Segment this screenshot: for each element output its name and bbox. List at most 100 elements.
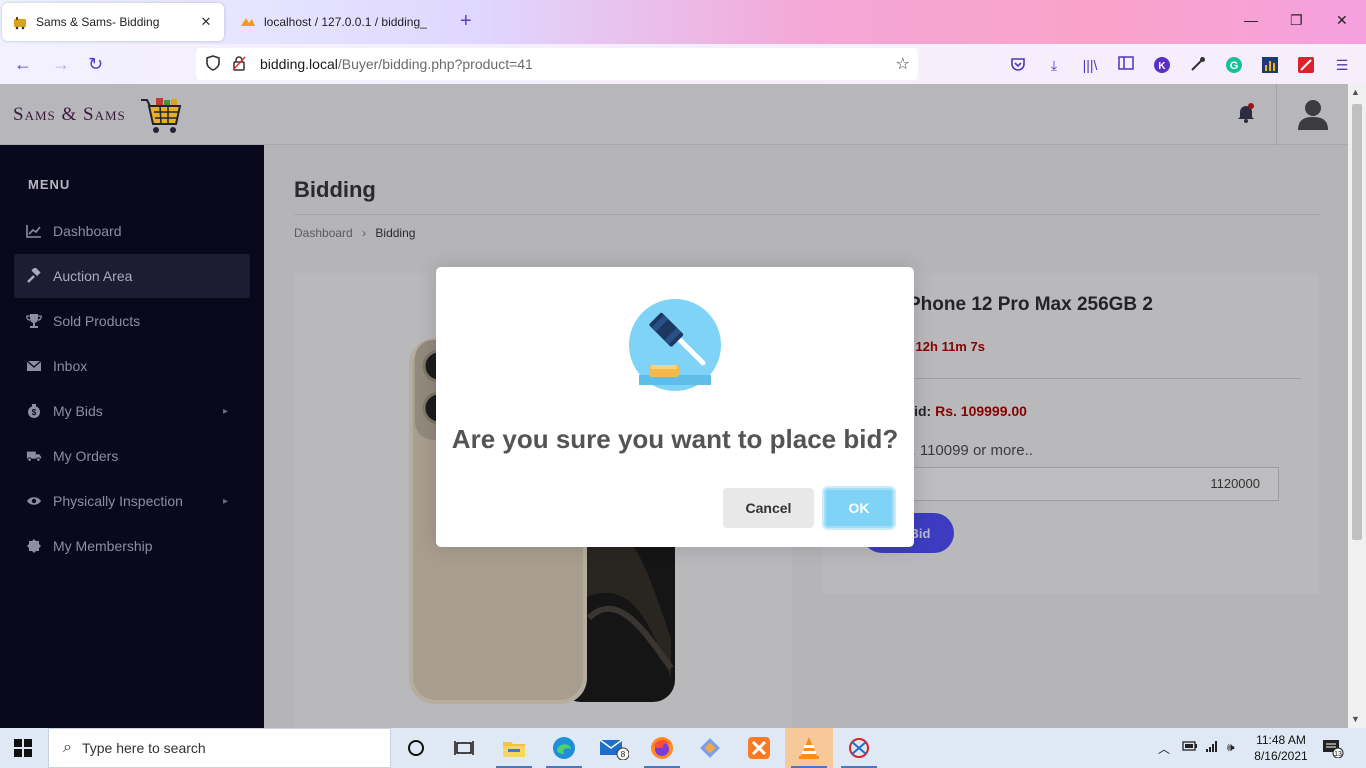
sidebar-item-label: My Membership — [53, 538, 153, 554]
scroll-down-icon[interactable]: ▼ — [1351, 714, 1360, 724]
app-header: Sams & Sams — [0, 84, 1348, 145]
user-avatar-icon[interactable] — [1296, 98, 1330, 132]
sidebar-item-my-membership[interactable]: My Membership — [14, 524, 250, 568]
sidebar-item-auction-area[interactable]: Auction Area — [14, 254, 250, 298]
minimum-bid-note: s. 110099 or more.. — [904, 442, 1033, 459]
cortana-icon[interactable] — [392, 728, 440, 768]
tab-title: localhost / 127.0.0.1 / bidding_ — [264, 15, 427, 29]
sidebar-item-label: Dashboard — [53, 223, 122, 239]
notification-count: 13 — [1334, 751, 1342, 758]
k-extension-icon[interactable]: K — [1153, 56, 1171, 74]
page-title: Bidding — [294, 177, 376, 202]
windows-start-icon[interactable] — [14, 739, 32, 757]
git-app-icon[interactable] — [686, 728, 734, 768]
page-scrollbar[interactable]: ▲ ▼ — [1348, 84, 1366, 728]
lock-icon[interactable] — [230, 55, 248, 74]
analytics-extension-icon[interactable] — [1261, 56, 1279, 74]
breadcrumb: Dashboard › Bidding — [294, 226, 415, 240]
ok-button[interactable]: OK — [824, 488, 894, 528]
sidebar-item-dashboard[interactable]: Dashboard — [14, 209, 250, 253]
xampp-icon[interactable] — [735, 728, 783, 768]
vlc-icon[interactable] — [785, 728, 833, 768]
notification-center-icon[interactable]: 13 — [1322, 738, 1344, 758]
tab-title: Sams & Sams- Bidding — [36, 15, 160, 29]
battery-icon[interactable] — [1182, 740, 1198, 755]
sidebar-toggle-icon[interactable] — [1117, 56, 1135, 74]
sidebar: MENU Dashboard Auction Area Sold Product… — [0, 145, 264, 728]
badge-icon — [26, 538, 42, 554]
auction-gavel-icon — [629, 299, 721, 391]
edge-icon[interactable] — [540, 728, 588, 768]
search-icon: ⌕ — [63, 739, 72, 756]
wifi-signal-icon[interactable] — [1205, 740, 1219, 755]
forward-icon[interactable]: → — [52, 54, 70, 75]
url-host: bidding.local — [260, 56, 338, 72]
grammarly-icon[interactable]: G — [1225, 56, 1243, 74]
envelope-icon — [26, 358, 42, 374]
cart-favicon-icon — [12, 14, 28, 30]
system-clock[interactable]: 11:48 AM 8/16/2021 — [1249, 732, 1313, 764]
sidebar-item-label: Auction Area — [53, 268, 133, 284]
menu-label: MENU — [28, 177, 71, 192]
reload-icon[interactable]: ↻ — [88, 54, 103, 75]
card-divider — [864, 378, 1301, 379]
shopping-cart-logo-icon — [141, 98, 182, 133]
back-icon[interactable]: ← — [14, 54, 32, 75]
menu-icon[interactable]: ☰ — [1333, 56, 1351, 74]
chart-icon — [26, 223, 42, 239]
title-divider — [294, 214, 1320, 215]
tab-bidding[interactable]: Sams & Sams- Bidding ✕ — [2, 3, 224, 41]
breadcrumb-home-link[interactable]: Dashboard — [294, 226, 353, 240]
cancel-button[interactable]: Cancel — [723, 488, 814, 528]
download-icon[interactable]: ⤓ — [1045, 56, 1063, 74]
sidebar-item-sold-products[interactable]: Sold Products — [14, 299, 250, 343]
current-bid-amount: Rs. 109999.00 — [935, 403, 1027, 419]
confirm-bid-dialog: Are you sure you want to place bid? Canc… — [436, 267, 914, 547]
browser-nav-bar: ← → ↻ bidding.local/Buyer/bidding.php?pr… — [0, 44, 1366, 84]
show-hidden-icons-icon[interactable]: ︿ — [1158, 740, 1170, 757]
scroll-up-icon[interactable]: ▲ — [1351, 87, 1360, 97]
minimize-icon[interactable]: — — [1244, 12, 1258, 28]
volume-icon[interactable]: 🕪 — [1227, 740, 1235, 755]
notification-bell-icon[interactable] — [1236, 102, 1256, 124]
scrollbar-thumb[interactable] — [1352, 104, 1362, 540]
sidebar-item-physically-inspection[interactable]: Physically Inspection ▸ — [14, 479, 250, 523]
sidebar-item-my-bids[interactable]: $ My Bids ▸ — [14, 389, 250, 433]
mail-icon[interactable]: 8 — [590, 728, 638, 768]
bid-amount-input[interactable]: 1120000 — [904, 467, 1279, 501]
sidebar-item-my-orders[interactable]: My Orders — [14, 434, 250, 478]
address-bar[interactable]: bidding.local/Buyer/bidding.php?product=… — [196, 48, 918, 80]
phpmyadmin-favicon-icon — [240, 14, 256, 30]
trophy-icon — [26, 313, 42, 329]
tab-phpmyadmin[interactable]: localhost / 127.0.0.1 / bidding_ — [230, 2, 450, 42]
snipping-tool-icon[interactable] — [835, 728, 883, 768]
svg-text:$: $ — [32, 408, 37, 417]
new-tab-icon[interactable]: + — [460, 10, 472, 33]
windows-taskbar: ⌕ Type here to search 8 ︿ 🕪 11:48 AM 8/1… — [0, 728, 1366, 768]
mail-badge: 8 — [621, 750, 626, 759]
header-divider — [1276, 84, 1277, 145]
shield-icon[interactable] — [204, 54, 222, 74]
pdf-extension-icon[interactable] — [1297, 56, 1315, 74]
sidebar-item-label: Inbox — [53, 358, 88, 374]
search-placeholder: Type here to search — [81, 740, 206, 756]
breadcrumb-separator-icon: › — [362, 226, 367, 240]
taskbar-search-input[interactable]: ⌕ Type here to search — [48, 728, 391, 768]
bookmark-star-icon[interactable]: ☆ — [896, 54, 910, 74]
firefox-icon[interactable] — [638, 728, 686, 768]
pocket-icon[interactable] — [1009, 56, 1027, 74]
sidebar-item-inbox[interactable]: Inbox — [14, 344, 250, 388]
file-explorer-icon[interactable] — [490, 728, 538, 768]
close-tab-icon[interactable]: ✕ — [198, 14, 214, 30]
clock-time: 11:48 AM — [1256, 733, 1306, 747]
task-view-icon[interactable] — [440, 728, 488, 768]
svg-text:G: G — [1230, 60, 1239, 72]
browser-tab-bar: Sams & Sams- Bidding ✕ localhost / 127.0… — [0, 0, 1366, 44]
close-window-icon[interactable]: ✕ — [1336, 12, 1348, 29]
eyedropper-icon[interactable] — [1189, 56, 1207, 74]
sidebar-item-label: Physically Inspection — [53, 493, 183, 509]
url-path: /Buyer/bidding.php?product=41 — [337, 56, 533, 72]
library-icon[interactable]: |||\ — [1081, 56, 1099, 74]
sidebar-item-label: My Orders — [53, 448, 119, 464]
restore-icon[interactable]: ❐ — [1290, 12, 1303, 29]
